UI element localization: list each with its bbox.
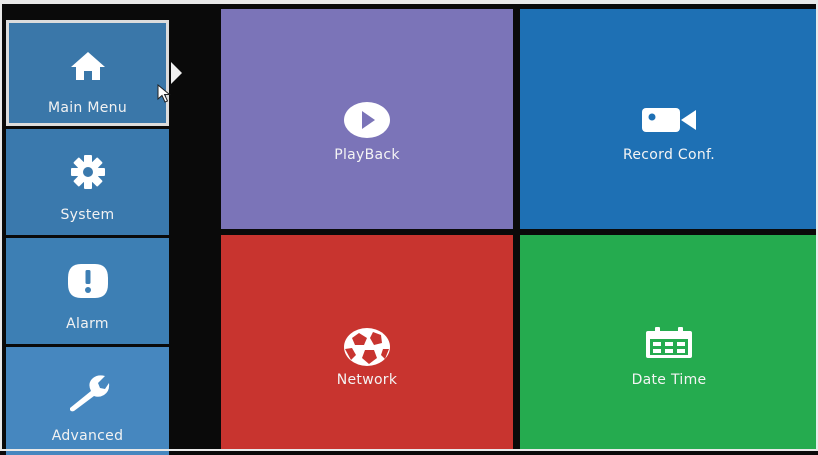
sidebar-item-alarm[interactable]: Alarm [6,238,169,344]
camera-icon [642,108,696,132]
tile-record-conf[interactable]: Record Conf. [520,9,818,229]
selection-pointer-icon [171,62,182,84]
tile-playback[interactable]: PlayBack [221,9,513,229]
sidebar-item-main-menu[interactable]: Main Menu [6,20,169,126]
sidebar-item-label: Alarm [66,316,109,332]
sidebar-item-system[interactable]: System [6,129,169,235]
gear-icon [70,155,105,189]
tile-network[interactable]: Network [221,235,513,451]
tile-label: Record Conf. [623,147,715,163]
sidebar-item-label: Advanced [51,428,124,444]
tile-label: PlayBack [334,147,400,163]
network-ball-icon [344,328,390,366]
alert-icon [67,264,108,298]
calendar-icon [646,327,692,358]
tile-date-time[interactable]: Date Time [520,235,818,451]
mouse-cursor-icon [157,84,171,103]
tile-label: Network [336,372,398,388]
play-icon [344,102,390,138]
sidebar-item-label: Main Menu [47,100,127,116]
wrench-icon [69,375,109,412]
tile-label: Date Time [631,372,707,388]
sidebar-item-label: System [60,207,115,223]
sidebar-item-advanced[interactable]: Advanced [6,347,169,455]
sidebar: Main Menu System Alarm Advanced [6,18,171,455]
home-icon [70,52,105,80]
